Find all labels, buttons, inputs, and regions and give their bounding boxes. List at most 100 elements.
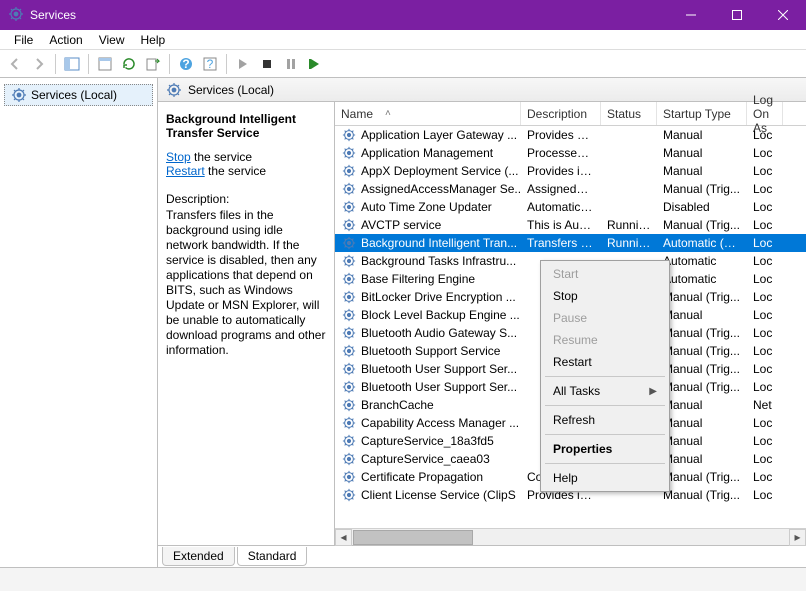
service-desc: Processes in... — [521, 146, 601, 160]
close-button[interactable] — [760, 0, 806, 30]
service-name: AVCTP service — [361, 218, 441, 232]
tab-extended[interactable]: Extended — [162, 547, 235, 566]
pause-service-button[interactable] — [280, 53, 302, 75]
col-name[interactable]: Name — [335, 102, 521, 125]
tab-standard[interactable]: Standard — [237, 547, 308, 566]
col-logon[interactable]: Log On As — [747, 102, 783, 125]
service-name: Base Filtering Engine — [361, 272, 475, 286]
ctx-all-tasks[interactable]: All Tasks▶ — [543, 380, 667, 402]
ctx-refresh[interactable]: Refresh — [543, 409, 667, 431]
column-headers: Name Description Status Startup Type Log… — [335, 102, 806, 126]
forward-button[interactable] — [28, 53, 50, 75]
detail-panel: Background Intelligent Transfer Service … — [158, 102, 334, 545]
service-startup: Manual — [657, 128, 747, 142]
table-row[interactable]: Application Layer Gateway ... Provides su… — [335, 126, 806, 144]
col-startup[interactable]: Startup Type — [657, 102, 747, 125]
service-logon: Loc — [747, 308, 783, 322]
col-description[interactable]: Description — [521, 102, 601, 125]
service-logon: Loc — [747, 326, 783, 340]
service-startup: Manual (Trig... — [657, 362, 747, 376]
service-startup: Manual — [657, 308, 747, 322]
gear-icon — [341, 200, 357, 214]
scroll-right-button[interactable]: ▸ — [789, 529, 806, 546]
properties-button[interactable] — [94, 53, 116, 75]
desc-text: Transfers files in the background using … — [166, 208, 326, 358]
scroll-left-button[interactable]: ◂ — [335, 529, 352, 546]
stop-link[interactable]: Stop — [166, 150, 191, 164]
service-logon: Loc — [747, 146, 783, 160]
restart-line: Restart the service — [166, 164, 326, 178]
back-button[interactable] — [4, 53, 26, 75]
menu-bar: File Action View Help — [0, 30, 806, 50]
table-row[interactable]: AppX Deployment Service (...Provides inf… — [335, 162, 806, 180]
ctx-resume: Resume — [543, 329, 667, 351]
service-name: Background Intelligent Tran... — [361, 236, 517, 250]
ctx-restart[interactable]: Restart — [543, 351, 667, 373]
service-name: Client License Service (ClipS — [361, 488, 516, 502]
chevron-right-icon: ▶ — [649, 386, 657, 397]
stop-service-button[interactable] — [256, 53, 278, 75]
gear-icon — [341, 290, 357, 304]
service-startup: Manual (Trig... — [657, 488, 747, 502]
table-row[interactable]: Background Intelligent Tran...Transfers … — [335, 234, 806, 252]
table-row[interactable]: AssignedAccessManager Se...AssignedAc...… — [335, 180, 806, 198]
service-name: Application Management — [361, 146, 493, 160]
tree-root-services-local[interactable]: Services (Local) — [4, 84, 153, 106]
right-header-label: Services (Local) — [188, 83, 274, 97]
service-logon: Loc — [747, 182, 783, 196]
service-desc: This is Audi... — [521, 218, 601, 232]
menu-view[interactable]: View — [91, 31, 133, 49]
table-row[interactable]: Application ManagementProcesses in...Man… — [335, 144, 806, 162]
restart-service-button[interactable] — [304, 53, 326, 75]
svg-text:?: ? — [207, 57, 214, 71]
service-name: Background Tasks Infrastru... — [361, 254, 516, 268]
gear-icon — [341, 164, 357, 178]
scroll-thumb[interactable] — [353, 530, 473, 545]
maximize-button[interactable] — [714, 0, 760, 30]
service-logon: Loc — [747, 254, 783, 268]
table-row[interactable]: AVCTP serviceThis is Audi...RunningManua… — [335, 216, 806, 234]
scrollbar-horizontal[interactable]: ◂ ▸ — [335, 528, 806, 545]
detail-title: Background Intelligent Transfer Service — [166, 112, 326, 140]
table-row[interactable]: Auto Time Zone UpdaterAutomatica...Disab… — [335, 198, 806, 216]
service-name: Certificate Propagation — [361, 470, 483, 484]
service-name: AssignedAccessManager Se... — [361, 182, 521, 196]
service-logon: Loc — [747, 344, 783, 358]
service-desc: Provides su... — [521, 128, 601, 142]
col-status[interactable]: Status — [601, 102, 657, 125]
service-startup: Manual (Trig... — [657, 326, 747, 340]
ctx-help[interactable]: Help — [543, 467, 667, 489]
help2-button[interactable]: ? — [199, 53, 221, 75]
minimize-button[interactable] — [668, 0, 714, 30]
ctx-properties[interactable]: Properties — [543, 438, 667, 460]
restart-link[interactable]: Restart — [166, 164, 205, 178]
service-name: BranchCache — [361, 398, 434, 412]
service-name: Application Layer Gateway ... — [361, 128, 517, 142]
menu-file[interactable]: File — [6, 31, 41, 49]
separator — [545, 376, 665, 377]
service-status: Running — [601, 236, 657, 250]
ctx-stop[interactable]: Stop — [543, 285, 667, 307]
gear-icon — [341, 236, 357, 250]
export-button[interactable] — [142, 53, 164, 75]
gear-icon — [341, 434, 357, 448]
service-name: Bluetooth User Support Ser... — [361, 362, 517, 376]
service-logon: Loc — [747, 452, 783, 466]
service-name: Capability Access Manager ... — [361, 416, 519, 430]
view-tabs: Extended Standard — [158, 545, 806, 567]
menu-help[interactable]: Help — [133, 31, 174, 49]
service-startup: Manual (Trig... — [657, 470, 747, 484]
tree-panel: Services (Local) — [0, 78, 158, 567]
menu-action[interactable]: Action — [41, 31, 90, 49]
show-hide-tree-button[interactable] — [61, 53, 83, 75]
start-service-button[interactable] — [232, 53, 254, 75]
refresh-button[interactable] — [118, 53, 140, 75]
service-logon: Loc — [747, 236, 783, 250]
gear-icon — [11, 87, 27, 103]
gear-icon — [341, 470, 357, 484]
service-name: Bluetooth Audio Gateway S... — [361, 326, 517, 340]
service-desc: AssignedAc... — [521, 182, 601, 196]
help-button[interactable]: ? — [175, 53, 197, 75]
gear-icon — [341, 272, 357, 286]
service-name: CaptureService_caea03 — [361, 452, 490, 466]
